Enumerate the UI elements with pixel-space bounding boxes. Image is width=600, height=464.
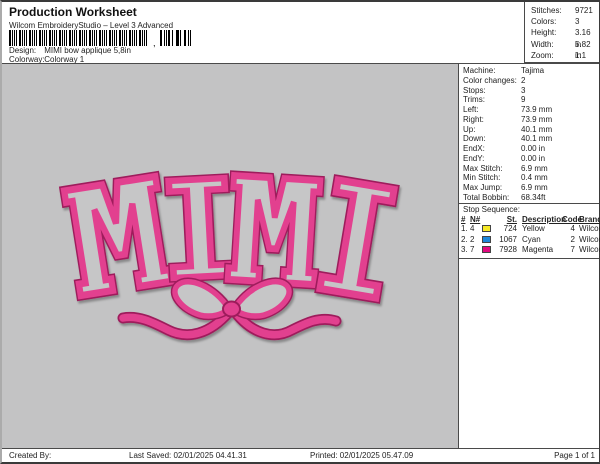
stop-row-needle: 7 [470,245,475,254]
page-number: Page 1 of 1 [554,451,595,460]
thread-swatch-yellow [482,225,491,232]
stop-row-brand: Wilcom [579,234,600,244]
machine-row: Down: 40.1 mm [463,134,553,144]
stop-row-code: 7 [570,245,575,254]
barcode-separator: , [153,38,156,48]
design-value: MIMI bow applique 5,8in [44,46,131,55]
stop-sequence-title: Stop Sequence: [463,204,520,214]
machine-row: Machine: Tajima [463,66,545,75]
col-num: # [461,214,466,224]
stop-row-code: 4 [570,224,575,233]
letter-m-1 [64,176,172,295]
last-saved-text: Last Saved: 02/01/2025 04.41.31 [129,451,247,460]
machine-info-panel: Machine: Tajima Color changes: 2 Stops: 3 T… [458,63,600,448]
stop-row-brand: Wilcom [579,224,600,233]
machine-row: Right: 73.9 mm [463,114,553,124]
stop-row-code: 2 [570,234,575,244]
stop-row-num: 2. [461,234,468,244]
stat-stitches: Stitches: 9721 [531,6,593,15]
design-label: Design: [9,46,37,55]
design-barcode: , [9,30,192,48]
bow-loop-left [170,277,234,321]
col-needle: N# [470,214,481,224]
production-worksheet-page: Production Worksheet Wilcom EmbroiderySt… [0,0,600,464]
stop-row-brand: Wilcom [579,245,600,254]
machine-row: Min Stitch: 0.4 mm [463,173,548,183]
machine-row: Left: 73.9 mm [463,105,553,114]
design-preview-canvas [2,63,458,450]
barcode-segment-end [159,30,192,46]
machine-row: EndX: 0.00 in [463,144,546,153]
machine-row: Max Stitch: 6.9 mm [463,163,548,173]
stop-row-needle: 2 [470,234,475,244]
stop-row-st: 1067 [499,234,517,244]
software-subtitle: Wilcom EmbroideryStudio – Level 3 Advanc… [9,21,174,30]
stop-sequence-section: Stop Sequence: # N# St. Description Code… [459,204,600,259]
machine-settings: Machine: Tajima Color changes: 2 Stops: 3 T… [459,64,599,204]
printed-text: Printed: 02/01/2025 05.47.09 [310,451,414,460]
design-stats-panel: Stitches: 9721 Colors: 3 Height: 3.16 in Wi… [524,2,599,63]
stop-row-st: 724 [503,224,517,233]
page-title: Production Worksheet [9,5,137,19]
letter-m-2 [228,175,321,284]
created-by-label: Created By: [9,451,52,460]
machine-row: Color changes: 2 [463,75,526,85]
thread-swatch-magenta [482,246,491,253]
stop-row-needle: 4 [470,224,475,233]
stop-sequence-table: # N# St. Description Code Brand 1. 4 724… [461,214,600,256]
stop-row-num: 1. [461,224,468,233]
letter-i-1 [169,178,230,278]
stat-colors: Colors: 3 [531,17,580,27]
bow-knot [222,300,241,318]
stop-row-description: Cyan [522,234,541,244]
thread-swatch-cyan [482,235,491,243]
machine-row: Max Jump: 6.9 mm [463,183,548,192]
design-name-row: Design: MIMI bow applique 5,8in [9,46,131,55]
col-st: St. [506,214,517,224]
stop-row-st: 7928 [499,245,517,254]
stat-height: Height: 3.16 in [531,28,591,49]
machine-row: Total Bobbin: 68.34ft [463,192,546,202]
letter-i-2 [320,180,394,298]
machine-row: Stops: 3 [463,85,526,95]
stop-row-num: 3. [461,245,468,254]
mimi-bow-artwork [2,64,458,341]
barcode-segment-main [9,30,149,46]
stat-zoom: Zoom: 1:1 [531,50,587,60]
machine-row: Trims: 9 [463,95,526,105]
stop-row-description: Yellow [522,224,545,233]
worksheet-footer: Created By: Last Saved: 02/01/2025 04.41… [2,448,599,462]
stop-row-description: Magenta [522,245,554,254]
col-code: Code [562,214,582,224]
col-brand: Brand [579,214,600,224]
stat-width: Width: 5.82 in [531,39,591,60]
bow-loop-right [229,277,294,321]
machine-row: EndY: 0.00 in [463,153,546,163]
col-swatch [482,215,496,225]
col-description: Description [522,214,567,224]
bow-motif [117,277,342,341]
machine-row: Up: 40.1 mm [463,124,553,134]
